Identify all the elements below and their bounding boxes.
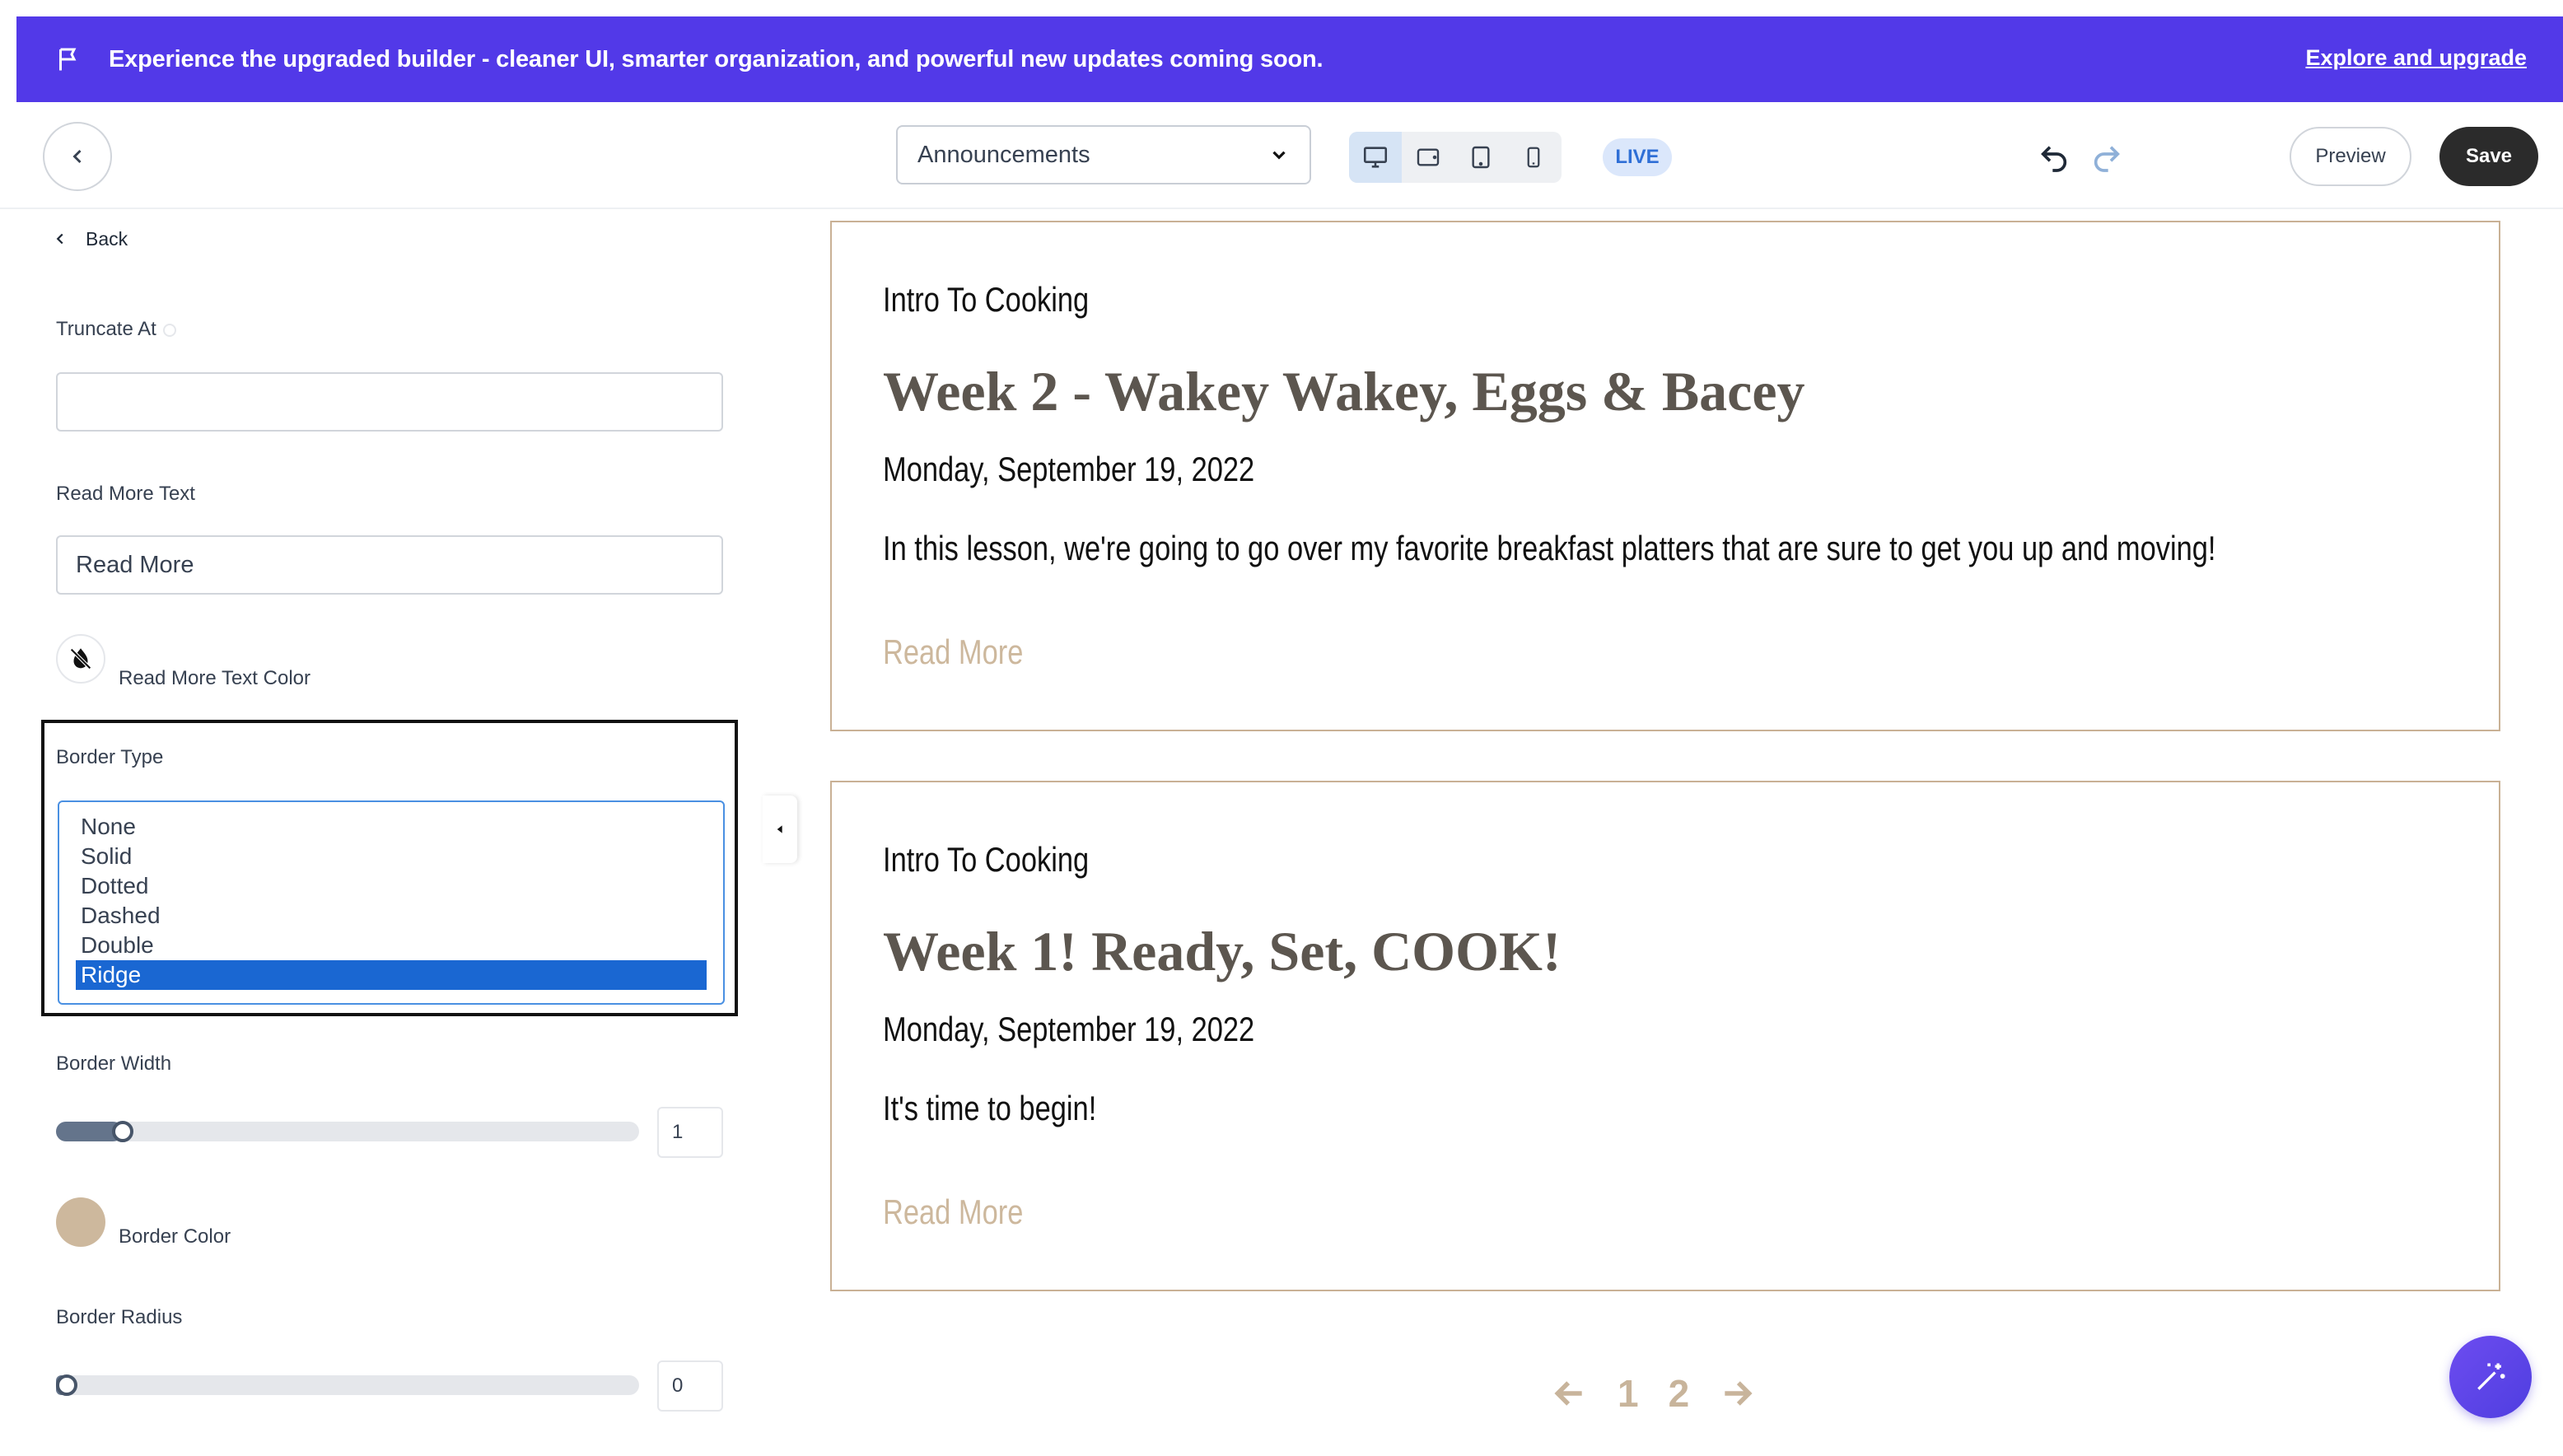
undo-icon[interactable] — [2038, 142, 2070, 175]
desktop-icon — [1363, 147, 1388, 168]
panel-back-button[interactable]: Back — [51, 222, 128, 255]
explore-upgrade-link[interactable]: Explore and upgrade — [2305, 16, 2527, 102]
read-more-text-input[interactable]: Read More — [56, 535, 723, 595]
border-radius-slider[interactable] — [56, 1374, 639, 1396]
flag-icon — [59, 48, 77, 71]
border-type-label: Border Type — [56, 746, 164, 768]
post-description: In this lesson, we're going to go over m… — [883, 529, 2216, 567]
no-color-icon — [70, 648, 91, 670]
tablet-view-button[interactable] — [1454, 132, 1507, 183]
arrow-right-icon[interactable] — [1719, 1375, 1755, 1412]
post-date: Monday, September 19, 2022 — [883, 450, 1255, 488]
post-date: Monday, September 19, 2022 — [883, 1010, 1255, 1048]
post-title[interactable]: Week 1! Ready, Set, COOK! — [883, 919, 1562, 984]
border-type-option[interactable]: None — [76, 812, 707, 842]
post-description: It's time to begin! — [883, 1089, 1097, 1127]
read-more-link[interactable]: Read More — [883, 1192, 1023, 1232]
border-type-option-selected[interactable]: Ridge — [76, 960, 707, 990]
caret-left-icon — [777, 825, 782, 833]
border-radius-label: Border Radius — [56, 1306, 183, 1328]
mobile-view-button[interactable] — [1507, 132, 1560, 183]
border-type-listbox[interactable]: None Solid Dotted Dashed Double Ridge — [58, 800, 725, 1005]
page-select-value: Announcements — [917, 141, 1090, 168]
truncate-at-label-text: Truncate At — [56, 318, 156, 340]
device-switcher — [1349, 132, 1562, 183]
preview-button[interactable]: Preview — [2290, 127, 2411, 186]
read-more-text-label: Read More Text — [56, 483, 195, 505]
info-icon[interactable] — [162, 323, 176, 337]
page-link-2[interactable]: 2 — [1669, 1371, 1690, 1416]
panel-back-label: Back — [86, 227, 128, 250]
chevron-down-icon — [1272, 151, 1286, 160]
page-select[interactable]: Announcements — [896, 125, 1311, 184]
mobile-icon — [1527, 147, 1540, 168]
banner-message: Experience the upgraded builder - cleane… — [109, 46, 1324, 72]
tablet-landscape-view-button[interactable] — [1402, 132, 1454, 183]
post-title[interactable]: Week 2 - Wakey Wakey, Eggs & Bacey — [883, 359, 1805, 424]
post-course: Intro To Cooking — [883, 280, 1090, 319]
border-type-option[interactable]: Dotted — [76, 871, 707, 901]
border-color-label: Border Color — [119, 1225, 231, 1248]
ai-assistant-button[interactable] — [2449, 1336, 2532, 1418]
border-width-slider-handle[interactable] — [112, 1121, 133, 1142]
chevron-left-icon — [72, 149, 82, 164]
tablet-landscape-icon — [1417, 148, 1440, 166]
desktop-view-button[interactable] — [1349, 132, 1402, 183]
truncate-at-input[interactable] — [56, 372, 723, 432]
tablet-icon — [1472, 146, 1490, 169]
redo-icon[interactable] — [2090, 142, 2123, 175]
truncate-at-label: Truncate At — [56, 318, 176, 341]
pagination: 1 2 — [1552, 1369, 1755, 1418]
exit-back-button[interactable] — [43, 122, 112, 191]
save-button[interactable]: Save — [2439, 127, 2538, 186]
post-course: Intro To Cooking — [883, 840, 1090, 879]
page-link-1[interactable]: 1 — [1618, 1371, 1639, 1416]
blog-post-card[interactable]: Intro To Cooking Week 1! Ready, Set, COO… — [830, 781, 2500, 1291]
read-more-color-swatch[interactable] — [56, 634, 105, 684]
arrow-left-icon[interactable] — [1552, 1375, 1588, 1412]
builder-toolbar: Announcements LIVE Preview Save — [0, 102, 2563, 209]
border-width-label: Border Width — [56, 1052, 172, 1075]
upgrade-banner: Experience the upgraded builder - cleane… — [16, 16, 2563, 102]
blog-post-card[interactable]: Intro To Cooking Week 2 - Wakey Wakey, E… — [830, 221, 2500, 731]
border-width-slider[interactable] — [56, 1121, 639, 1142]
border-radius-slider-handle[interactable] — [56, 1374, 77, 1396]
border-color-swatch[interactable] — [56, 1197, 105, 1247]
border-type-option[interactable]: Solid — [76, 842, 707, 871]
border-radius-input[interactable]: 0 — [657, 1360, 723, 1412]
read-more-color-label: Read More Text Color — [119, 667, 310, 689]
border-type-option[interactable]: Dashed — [76, 901, 707, 931]
panel-collapse-handle[interactable] — [763, 796, 797, 863]
read-more-link[interactable]: Read More — [883, 632, 1023, 672]
live-status-badge: LIVE — [1603, 138, 1672, 176]
magic-wand-icon — [2477, 1363, 2505, 1390]
settings-panel: Back Truncate At Read More Text Read Mor… — [16, 209, 763, 1449]
border-type-section: Border Type None Solid Dotted Dashed Dou… — [41, 720, 738, 1016]
chevron-left-icon — [56, 233, 63, 245]
border-type-option[interactable]: Double — [76, 931, 707, 960]
border-width-input[interactable]: 1 — [657, 1107, 723, 1158]
